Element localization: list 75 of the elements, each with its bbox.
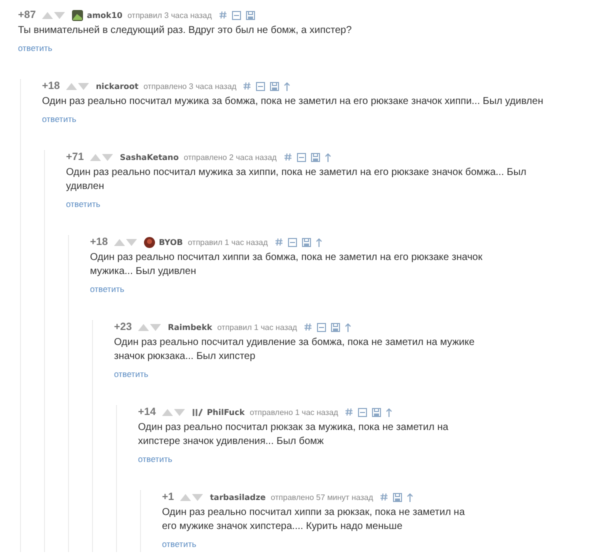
save-icon[interactable]: [372, 408, 382, 416]
collapse-icon[interactable]: [358, 408, 368, 416]
up-arrow-icon[interactable]: [324, 152, 331, 162]
comment-text: Ты внимательней в следующий раз. Вдруг это был не бомж, а хипстер?: [18, 24, 353, 38]
upvote-icon[interactable]: [162, 408, 173, 416]
collapse-icon[interactable]: [256, 82, 266, 90]
reply-link[interactable]: ответить: [42, 113, 76, 125]
up-arrow-icon[interactable]: [345, 322, 352, 332]
save-icon[interactable]: [270, 82, 280, 90]
reply-link[interactable]: ответить: [18, 42, 52, 54]
comment-text: Один раз реально посчитал мужика за хиппи, пока не заметил на его рюкзаке значок бомжа... Был удивлен: [66, 166, 528, 194]
post-time: отправил 1 час назад: [217, 322, 298, 332]
downvote-icon[interactable]: [78, 82, 89, 90]
link-icon[interactable]: [218, 11, 227, 19]
username[interactable]: SashaKetano: [120, 152, 179, 162]
rating: +18: [42, 80, 60, 92]
rating: +71: [66, 151, 84, 163]
reply-link[interactable]: ответить: [66, 198, 100, 210]
link-icon[interactable]: [304, 323, 312, 331]
upvote-icon[interactable]: [90, 154, 101, 160]
downvote-icon[interactable]: [150, 324, 161, 330]
upvote-icon[interactable]: [138, 324, 149, 330]
post-time: отправлено 2 часа назад: [184, 152, 277, 162]
comment-text: Один раз реально посчитал хиппи за рюкзак, пока не заметил на его мужике значок хипстера.... Курить надо меньше: [162, 506, 466, 534]
up-arrow-icon[interactable]: [316, 238, 322, 246]
downvote-icon[interactable]: [192, 494, 203, 500]
save-icon[interactable]: [302, 238, 311, 246]
comment-text: Один раз реально посчитал удивление за бомжа, пока не заметил на мужике значок рюкзака... Был хипстер: [114, 336, 476, 364]
link-icon[interactable]: [380, 493, 388, 501]
collapse-icon[interactable]: [232, 10, 241, 20]
rating: +18: [90, 236, 108, 248]
username[interactable]: Raimbekk: [168, 322, 212, 332]
rating: +23: [114, 321, 132, 333]
upvote-icon[interactable]: [180, 494, 191, 500]
reply-link[interactable]: ответить: [138, 453, 172, 465]
up-arrow-icon[interactable]: [386, 408, 392, 416]
collapse-icon[interactable]: [296, 152, 306, 162]
rating: +87: [18, 9, 36, 21]
downvote-icon[interactable]: [126, 238, 137, 246]
save-icon[interactable]: [246, 10, 255, 20]
rating: +1: [162, 491, 174, 503]
reply-link[interactable]: ответить: [162, 538, 196, 550]
up-arrow-icon[interactable]: [407, 492, 414, 502]
username[interactable]: tarbasiladze: [210, 492, 266, 502]
username[interactable]: BYOB: [158, 238, 183, 246]
link-icon[interactable]: [284, 153, 292, 161]
downvote-icon[interactable]: [174, 408, 185, 416]
collapse-icon[interactable]: [317, 322, 326, 332]
reply-link[interactable]: ответить: [114, 368, 148, 380]
collapse-icon[interactable]: [288, 238, 297, 246]
post-time: отправлено 57 минут назад: [270, 492, 374, 502]
post-time: отправил 3 часа назад: [128, 10, 212, 20]
username[interactable]: amok10: [86, 10, 122, 20]
username[interactable]: nickaroot: [96, 82, 138, 90]
comment-text: Один раз реально посчитал рюкзак за мужика, пока не заметил на хипстере значок удивления... Был бомж: [138, 421, 450, 449]
post-time: отправлено 1 час назад: [250, 408, 338, 416]
link-icon[interactable]: [274, 238, 283, 246]
comment-text: Один раз реально посчитал мужика за бомжа, пока не заметил на его рюкзаке значок хиппи... Был удивлен: [42, 95, 544, 109]
downvote-icon[interactable]: [102, 154, 113, 160]
upvote-icon[interactable]: [114, 238, 125, 246]
upvote-icon[interactable]: [66, 82, 77, 90]
up-arrow-icon[interactable]: [284, 82, 290, 90]
save-icon[interactable]: [393, 492, 402, 502]
link-icon[interactable]: [243, 82, 252, 90]
post-time: отправил 1 час назад: [188, 238, 268, 246]
rating: +14: [138, 406, 156, 418]
save-icon[interactable]: [310, 152, 320, 162]
upvote-icon[interactable]: [42, 12, 53, 18]
link-icon[interactable]: [345, 408, 354, 416]
comment-text: Один раз реально посчитал хиппи за бомжа, пока не заметил на его рюкзаке значок мужика... Был удивлен: [90, 251, 484, 279]
username[interactable]: PhilFuck: [206, 408, 245, 416]
post-time: отправлено 3 часа назад: [143, 82, 236, 90]
reply-link[interactable]: ответить: [90, 283, 124, 295]
save-icon[interactable]: [331, 322, 340, 332]
downvote-icon[interactable]: [54, 12, 65, 18]
